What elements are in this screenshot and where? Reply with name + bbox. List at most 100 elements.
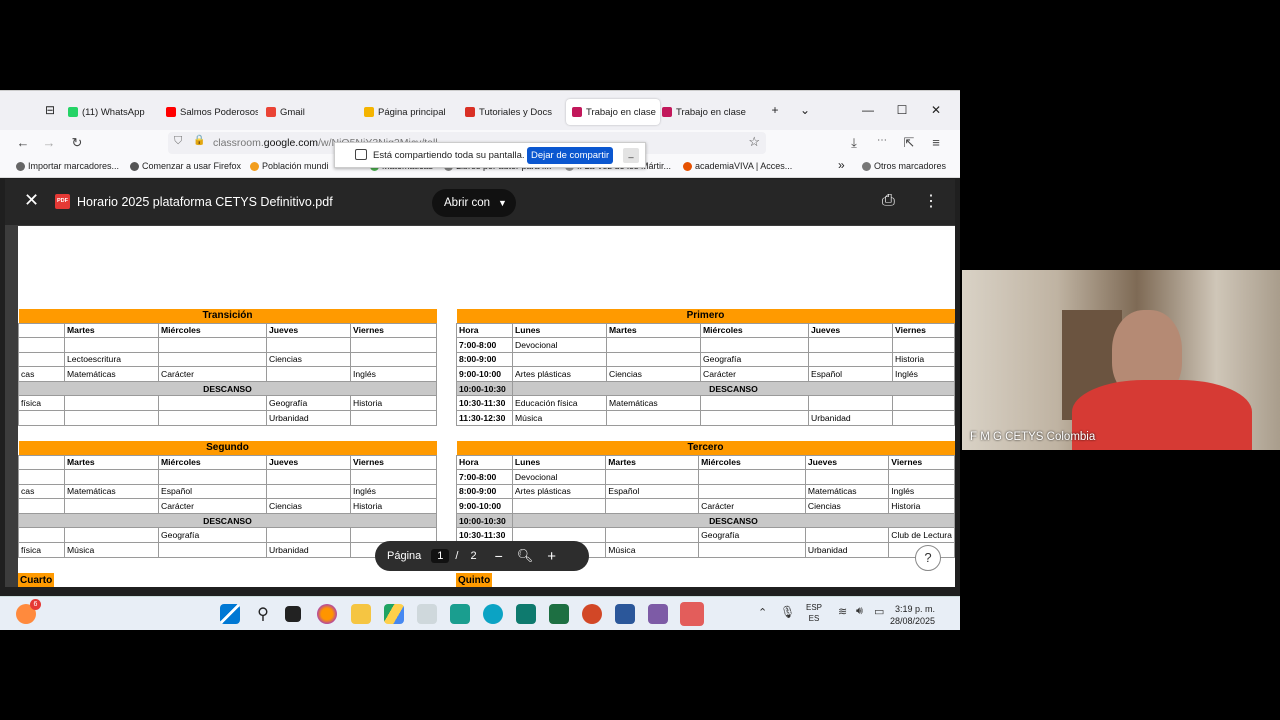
column-header [18, 322, 65, 339]
class-cell [18, 527, 65, 544]
forward-icon[interactable]: → [40, 135, 58, 150]
screen-recorder-icon[interactable] [680, 602, 704, 626]
bookmark-favicon-icon [130, 161, 139, 171]
chevron-down-icon[interactable]: ⌄ [795, 103, 815, 117]
reload-icon[interactable]: ↻ [68, 135, 86, 151]
screen-icon [355, 149, 367, 160]
time-slot: 10:00-10:30 [456, 380, 513, 397]
tab-6[interactable]: Trabajo en clase✕ [566, 99, 660, 125]
share-icon[interactable]: ⇱ [900, 135, 918, 151]
page-current[interactable]: 1 [431, 549, 450, 563]
edge-icon[interactable] [483, 604, 503, 624]
schedule-row: 7:00-8:00 Devocional [456, 337, 955, 353]
search-icon[interactable]: ⚲ [253, 604, 273, 624]
bookmark-7[interactable]: academiaVIVA | Acces... [683, 161, 792, 171]
star-icon[interactable]: ☆ [748, 134, 760, 150]
back-icon[interactable]: ← [14, 135, 32, 150]
excel-icon[interactable] [549, 604, 569, 624]
class-cell: Geografía [158, 527, 267, 544]
webcam-feed: F M G CETYS Colombia [962, 270, 1280, 450]
zoom-in-icon[interactable]: + [547, 548, 556, 565]
bookmark-3[interactable]: Población mundi [250, 161, 329, 171]
photos-icon[interactable] [417, 604, 437, 624]
clock-time: 3:19 p. m. [895, 604, 936, 614]
class-cell [606, 410, 701, 426]
schedule-table: Primero Hora Lunes Martes Miércoles Jueves Vie… [456, 309, 955, 426]
grade-title: Cuarto [18, 573, 55, 587]
tab-4[interactable]: Página principal [364, 101, 460, 123]
print-icon[interactable]: ⎙ [882, 192, 895, 210]
shield-icon: ⛉ [174, 135, 183, 147]
hidden-icons-chevron-icon[interactable]: ⌃ [758, 606, 767, 619]
powerpoint-icon[interactable] [582, 604, 602, 624]
file-explorer-icon[interactable] [351, 604, 371, 624]
camera-icon[interactable] [450, 604, 470, 624]
class-cell: Devocional [512, 337, 607, 353]
microphone-icon[interactable]: 🎙︎ [780, 605, 795, 619]
battery-icon[interactable]: ▭ [874, 605, 884, 618]
class-cell [700, 410, 809, 426]
column-header: Miércoles [158, 322, 267, 339]
more-options-icon[interactable]: ⋮ [923, 191, 939, 211]
grade-title: Primero [456, 309, 955, 323]
clock[interactable]: 3:19 p. m. 28/08/2025 [890, 603, 935, 627]
help-button[interactable]: ? [915, 545, 941, 571]
bookmark-1[interactable]: Importar marcadores... [16, 161, 119, 171]
class-cell [64, 469, 159, 485]
google-drive-icon[interactable] [384, 604, 404, 624]
bookmark-2[interactable]: Comenzar a usar Firefox [130, 161, 241, 171]
class-cell [350, 410, 437, 426]
column-header: Hora [456, 322, 513, 339]
task-view-icon[interactable] [285, 606, 301, 622]
volume-icon[interactable]: 🔊︎ [856, 605, 863, 618]
column-header: Viernes [888, 454, 955, 471]
tab-1[interactable]: (11) WhatsApp [68, 101, 158, 123]
grade-header-row: Primero [456, 309, 955, 323]
download-icon[interactable]: ⤓ [845, 135, 863, 151]
more-bookmarks-icon[interactable]: » [838, 158, 845, 172]
stop-sharing-button[interactable]: Dejar de compartir [527, 147, 614, 164]
maximize-icon[interactable]: ☐ [892, 103, 912, 117]
schedule-row: cas Matemáticas Español Inglés [18, 483, 437, 500]
publisher-icon[interactable] [516, 604, 536, 624]
column-header: Miércoles [700, 322, 809, 339]
break-label: DESCANSO [512, 380, 955, 397]
zoom-icon[interactable]: 🔍︎ [517, 548, 534, 564]
menu-icon[interactable]: ≡ [927, 135, 945, 150]
bookmark-label: Población mundi [262, 161, 329, 171]
bookmark-label: Comenzar a usar Firefox [142, 161, 242, 171]
word-icon[interactable] [615, 604, 635, 624]
close-icon[interactable]: ✕ [24, 190, 39, 211]
bookmark-8[interactable]: Otros marcadores [862, 161, 946, 171]
column-header: Martes [606, 322, 701, 339]
tab-5[interactable]: Tutoriales y Docs [465, 101, 559, 123]
tab-2[interactable]: Salmos Poderosos [166, 101, 258, 123]
language-indicator[interactable]: ESP ES [806, 602, 822, 624]
column-header-row: Martes Miércoles Jueves Viernes [18, 454, 437, 471]
time-slot: 10:30-11:30 [456, 395, 513, 412]
widgets-icon[interactable]: 6 [16, 599, 41, 624]
close-window-icon[interactable]: ✕ [926, 103, 946, 117]
column-header: Viernes [350, 322, 437, 339]
extensions-icon[interactable]: ⋯ [873, 135, 891, 146]
break-label: DESCANSO [511, 512, 955, 529]
tab-manager-icon[interactable]: ⊟ [40, 103, 60, 117]
hide-banner-button[interactable]: _ [623, 148, 639, 163]
tab-3[interactable]: Gmail [266, 101, 356, 123]
column-header: Jueves [804, 454, 890, 471]
wifi-icon[interactable]: ≋ [838, 605, 847, 618]
new-tab-icon[interactable]: + [765, 103, 785, 117]
tab-favicon-icon [662, 107, 672, 117]
class-cell: Lectoescritura [64, 351, 159, 368]
schedule-row [18, 337, 437, 353]
class-cell: Geografía [266, 395, 351, 412]
minimize-icon[interactable]: — [858, 103, 878, 117]
break-label: DESCANSO [18, 380, 437, 397]
time-slot: 8:00-9:00 [456, 483, 513, 500]
start-icon[interactable] [220, 604, 240, 624]
firefox-icon[interactable] [317, 604, 337, 624]
zoom-out-icon[interactable]: − [495, 548, 503, 564]
open-with-button[interactable]: Abrir con ▼ [432, 189, 516, 217]
clipchamp-icon[interactable] [648, 604, 668, 624]
tab-7[interactable]: Trabajo en clase [662, 101, 756, 123]
